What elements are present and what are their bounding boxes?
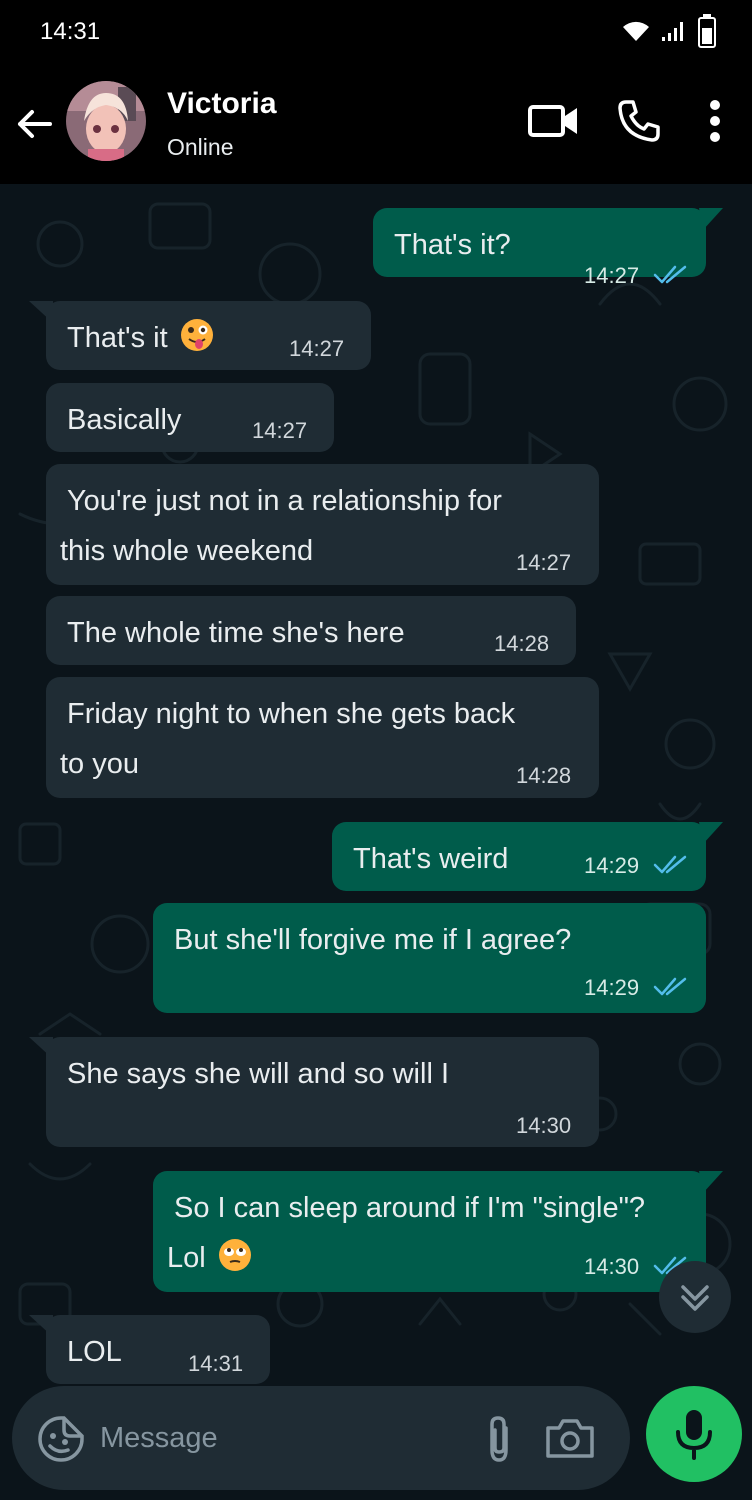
message-text-line-1: So I can sleep around if I'm "single"?: [174, 1192, 646, 1224]
message-text: But she'll forgive me if I agree?: [174, 924, 572, 956]
message-time: 14:30: [516, 1113, 572, 1138]
message-bubble-incoming[interactable]: Basically 14:27: [46, 383, 334, 452]
message-text: That's it: [67, 313, 214, 363]
message-time: 14:27: [289, 336, 345, 361]
message-bubble-outgoing[interactable]: That's weird 14:29: [332, 822, 723, 891]
sticker-icon: [38, 1416, 84, 1462]
emoji-sticker-button[interactable]: [36, 1414, 86, 1469]
message-list[interactable]: That's it? 14:27 That's it 14:27 Basical…: [0, 184, 752, 1500]
voice-call-button[interactable]: [614, 96, 664, 146]
message-text-line-2: Lol: [167, 1233, 252, 1283]
status-icons: [622, 14, 716, 48]
message-time: 14:28: [494, 631, 550, 656]
message-time: 14:27: [584, 263, 640, 288]
message-time: 14:27: [252, 418, 308, 443]
message-text-line-2: to you: [60, 748, 139, 780]
message-text: That's it?: [394, 229, 511, 261]
wifi-icon: [623, 21, 649, 41]
phone-icon: [618, 100, 660, 142]
message-bubble-incoming[interactable]: Friday night to when she gets back to yo…: [46, 677, 599, 798]
message-time: 14:30: [584, 1254, 640, 1279]
double-check-read-icon: [653, 855, 687, 874]
bubble-tail: [29, 1315, 53, 1337]
message-bubble-incoming[interactable]: You're just not in a relationship for th…: [46, 464, 599, 585]
camera-icon: [546, 1419, 594, 1458]
battery-icon: [698, 14, 716, 48]
message-bubble-incoming[interactable]: The whole time she's here 14:28: [46, 596, 576, 665]
chat-header: Victoria Online: [0, 64, 752, 184]
back-button[interactable]: [14, 104, 54, 144]
back-arrow-icon: [18, 110, 52, 138]
avatar[interactable]: [66, 81, 146, 161]
more-options-button[interactable]: [700, 96, 730, 146]
bubble-tail: [29, 1037, 53, 1059]
status-time: 14:31: [40, 18, 101, 45]
bubble-tail: [699, 822, 723, 844]
message-bubble-incoming[interactable]: That's it 14:27: [29, 301, 371, 370]
message-bubble-incoming[interactable]: LOL 14:31: [29, 1315, 270, 1384]
message-time: 14:31: [188, 1351, 244, 1376]
contact-status: Online: [167, 134, 234, 160]
microphone-icon: [676, 1410, 712, 1460]
message-bubble-outgoing[interactable]: But she'll forgive me if I agree? 14:29: [153, 903, 706, 1013]
attach-button[interactable]: [482, 1414, 516, 1469]
paperclip-icon: [490, 1416, 508, 1462]
double-check-read-icon: [653, 977, 687, 996]
signal-icon: [662, 22, 683, 41]
bubble-tail: [699, 208, 723, 230]
contact-name[interactable]: Victoria: [167, 87, 277, 121]
message-bubble-outgoing[interactable]: That's it? 14:27: [373, 208, 723, 288]
message-time: 14:28: [516, 763, 572, 788]
zany-face-emoji-icon: [180, 319, 213, 352]
camera-button[interactable]: [544, 1416, 596, 1465]
message-text: She says she will and so will I: [67, 1058, 449, 1090]
message-text-line-2: this whole weekend: [60, 535, 314, 567]
message-text: LOL: [67, 1336, 122, 1368]
message-input[interactable]: [100, 1410, 460, 1466]
eye-roll-emoji-icon: [218, 1239, 251, 1272]
message-time: 14:29: [584, 975, 640, 1000]
bubble-tail: [29, 301, 53, 323]
message-bubble-incoming[interactable]: She says she will and so will I 14:30: [29, 1037, 599, 1147]
video-call-button[interactable]: [526, 96, 580, 146]
message-text-line-1: You're just not in a relationship for: [67, 485, 502, 517]
message-text: Basically: [67, 404, 182, 436]
message-time: 14:29: [584, 853, 640, 878]
message-time: 14:27: [516, 550, 572, 575]
video-camera-icon: [528, 105, 577, 137]
more-vertical-icon: [710, 100, 720, 142]
message-text: That's weird: [353, 843, 509, 875]
scroll-to-bottom-button[interactable]: [659, 1261, 731, 1333]
message-composer: [12, 1386, 630, 1490]
double-chevron-down-icon: [681, 1285, 709, 1311]
bubble-tail: [699, 1171, 723, 1193]
voice-message-button[interactable]: [646, 1386, 742, 1482]
message-bubble-outgoing[interactable]: So I can sleep around if I'm "single"? L…: [153, 1171, 723, 1292]
avatar-image: [66, 81, 146, 161]
message-text-line-1: Friday night to when she gets back: [67, 698, 516, 730]
message-text: The whole time she's here: [67, 617, 405, 649]
status-bar: 14:31: [0, 0, 752, 64]
double-check-read-icon: [653, 265, 687, 284]
